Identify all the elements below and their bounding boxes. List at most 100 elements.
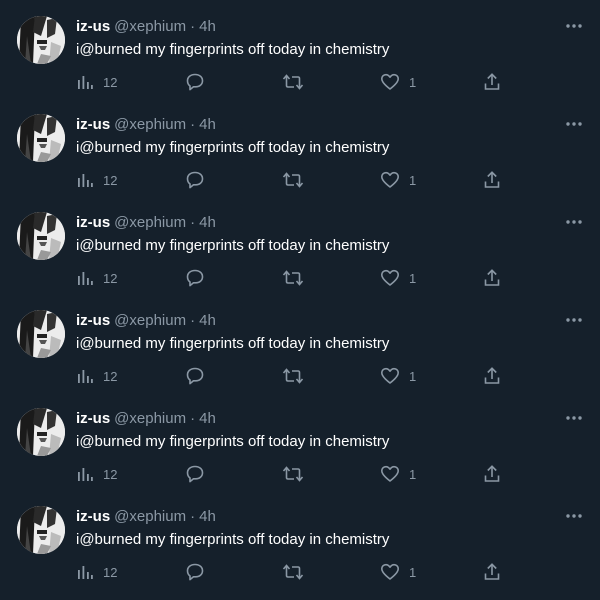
timestamp[interactable]: 4h bbox=[199, 312, 216, 329]
like-button[interactable]: 1 bbox=[380, 364, 416, 388]
reply-button[interactable] bbox=[185, 364, 205, 388]
views-count: 12 bbox=[103, 564, 118, 580]
like-button[interactable]: 1 bbox=[380, 168, 416, 192]
views-bar-chart-icon bbox=[78, 174, 93, 187]
timestamp[interactable]: 4h bbox=[199, 18, 216, 35]
views-button[interactable]: 12 bbox=[76, 70, 117, 94]
user-handle[interactable]: @xephium bbox=[114, 508, 186, 525]
more-options-button[interactable] bbox=[560, 16, 588, 36]
share-button[interactable] bbox=[482, 70, 502, 94]
separator-dot: · bbox=[190, 116, 196, 133]
reply-button[interactable] bbox=[185, 266, 205, 290]
retweet-button[interactable] bbox=[282, 364, 304, 388]
tweet-item[interactable]: iz-us @xephium · 4h i@burned my fingerprint… bbox=[0, 98, 600, 196]
user-handle[interactable]: @xephium bbox=[114, 214, 186, 231]
more-horizontal-icon bbox=[566, 318, 582, 322]
share-button[interactable] bbox=[482, 364, 502, 388]
views-button[interactable]: 12 bbox=[76, 560, 117, 584]
reply-button[interactable] bbox=[185, 462, 205, 486]
reply-bubble-icon bbox=[186, 269, 204, 287]
tweet-item[interactable]: iz-us @xephium · 4h i@burned my fingerprint… bbox=[0, 196, 600, 294]
display-name[interactable]: iz-us bbox=[76, 214, 110, 231]
tweet-item[interactable]: iz-us @xephium · 4h i@burned my fingerprint… bbox=[0, 0, 600, 98]
like-count: 1 bbox=[409, 564, 417, 580]
separator-dot: · bbox=[190, 214, 196, 231]
avatar[interactable] bbox=[17, 114, 65, 162]
heart-icon bbox=[381, 563, 399, 580]
views-bar-chart-icon bbox=[78, 566, 93, 579]
more-options-button[interactable] bbox=[560, 408, 588, 428]
tweet-text: i@burned my fingerprints off today in ch… bbox=[76, 433, 390, 450]
more-horizontal-icon bbox=[566, 416, 582, 420]
views-button[interactable]: 12 bbox=[76, 364, 117, 388]
like-button[interactable]: 1 bbox=[380, 560, 416, 584]
display-name[interactable]: iz-us bbox=[76, 312, 110, 329]
avatar[interactable] bbox=[17, 506, 65, 554]
timestamp[interactable]: 4h bbox=[199, 214, 216, 231]
like-count: 1 bbox=[409, 74, 417, 90]
avatar[interactable] bbox=[17, 16, 65, 64]
tweet-text: i@burned my fingerprints off today in ch… bbox=[76, 335, 390, 352]
separator-dot: · bbox=[190, 18, 196, 35]
heart-icon bbox=[381, 465, 399, 482]
share-button[interactable] bbox=[482, 560, 502, 584]
retweet-button[interactable] bbox=[282, 266, 304, 290]
views-bar-chart-icon bbox=[78, 370, 93, 383]
reply-button[interactable] bbox=[185, 70, 205, 94]
views-button[interactable]: 12 bbox=[76, 462, 117, 486]
tweet-item[interactable]: iz-us @xephium · 4h i@burned my fingerprint… bbox=[0, 490, 600, 588]
more-options-button[interactable] bbox=[560, 212, 588, 232]
like-count: 1 bbox=[409, 368, 417, 384]
user-handle[interactable]: @xephium bbox=[114, 116, 186, 133]
tweet-text: i@burned my fingerprints off today in ch… bbox=[76, 139, 390, 156]
user-handle[interactable]: @xephium bbox=[114, 18, 186, 35]
share-upload-icon bbox=[484, 563, 500, 580]
timestamp[interactable]: 4h bbox=[199, 410, 216, 427]
tweet-feed: iz-us @xephium · 4h i@burned my fingerprint… bbox=[0, 0, 600, 600]
retweet-button[interactable] bbox=[282, 560, 304, 584]
like-button[interactable]: 1 bbox=[380, 70, 416, 94]
reply-bubble-icon bbox=[186, 171, 204, 189]
user-handle[interactable]: @xephium bbox=[114, 312, 186, 329]
heart-icon bbox=[381, 73, 399, 90]
views-button[interactable]: 12 bbox=[76, 168, 117, 192]
reply-button[interactable] bbox=[185, 168, 205, 192]
views-bar-chart-icon bbox=[78, 76, 93, 89]
separator-dot: · bbox=[190, 508, 196, 525]
share-upload-icon bbox=[484, 465, 500, 482]
views-count: 12 bbox=[103, 74, 118, 90]
timestamp[interactable]: 4h bbox=[199, 508, 216, 525]
retweet-button[interactable] bbox=[282, 168, 304, 192]
like-count: 1 bbox=[409, 270, 417, 286]
separator-dot: · bbox=[190, 312, 196, 329]
retweet-button[interactable] bbox=[282, 70, 304, 94]
share-button[interactable] bbox=[482, 266, 502, 290]
tweet-header: iz-us @xephium · 4h bbox=[76, 115, 216, 135]
like-button[interactable]: 1 bbox=[380, 266, 416, 290]
user-handle[interactable]: @xephium bbox=[114, 410, 186, 427]
share-button[interactable] bbox=[482, 462, 502, 486]
more-options-button[interactable] bbox=[560, 310, 588, 330]
display-name[interactable]: iz-us bbox=[76, 116, 110, 133]
display-name[interactable]: iz-us bbox=[76, 18, 110, 35]
avatar[interactable] bbox=[17, 310, 65, 358]
share-upload-icon bbox=[484, 73, 500, 90]
share-upload-icon bbox=[484, 171, 500, 188]
like-button[interactable]: 1 bbox=[380, 462, 416, 486]
avatar[interactable] bbox=[17, 408, 65, 456]
tweet-item[interactable]: iz-us @xephium · 4h i@burned my fingerprint… bbox=[0, 294, 600, 392]
tweet-text: i@burned my fingerprints off today in ch… bbox=[76, 41, 390, 58]
share-button[interactable] bbox=[482, 168, 502, 192]
display-name[interactable]: iz-us bbox=[76, 508, 110, 525]
timestamp[interactable]: 4h bbox=[199, 116, 216, 133]
display-name[interactable]: iz-us bbox=[76, 410, 110, 427]
more-options-button[interactable] bbox=[560, 506, 588, 526]
heart-icon bbox=[381, 171, 399, 188]
reply-button[interactable] bbox=[185, 560, 205, 584]
views-button[interactable]: 12 bbox=[76, 266, 117, 290]
views-count: 12 bbox=[103, 172, 118, 188]
avatar[interactable] bbox=[17, 212, 65, 260]
tweet-item[interactable]: iz-us @xephium · 4h i@burned my fingerprint… bbox=[0, 392, 600, 490]
retweet-button[interactable] bbox=[282, 462, 304, 486]
more-options-button[interactable] bbox=[560, 114, 588, 134]
